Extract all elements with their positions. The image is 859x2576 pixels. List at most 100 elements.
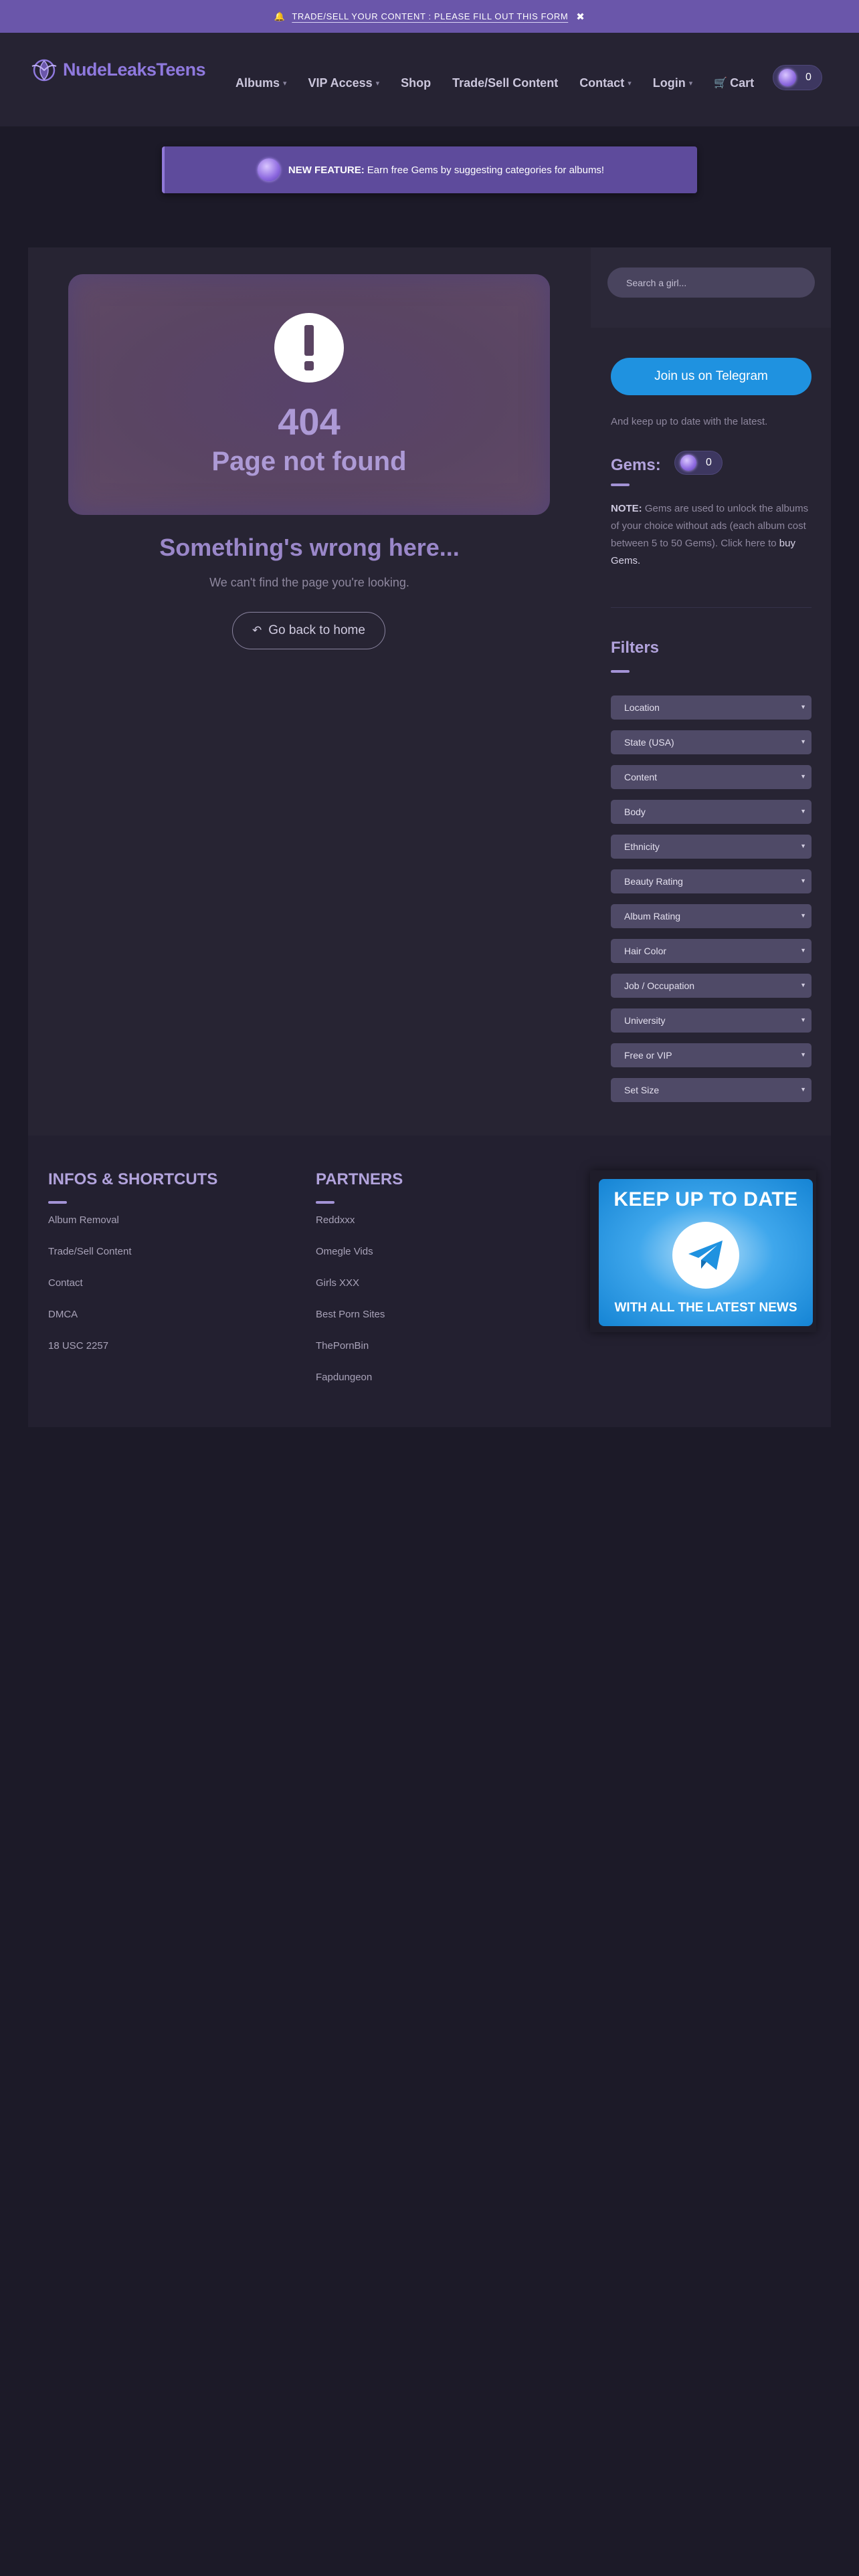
filter-label: Content xyxy=(624,772,658,782)
footer-partners-title: PARTNERS xyxy=(316,1170,403,1188)
dropdown-arrow-icon: ▼ xyxy=(800,1016,806,1023)
nav-vip-access[interactable]: VIP Access ▾ xyxy=(308,76,380,90)
main-nav: Albums ▾ VIP Access ▾ Shop Trade/Sell Co… xyxy=(235,74,775,92)
nav-label: Cart xyxy=(730,76,755,90)
chevron-down-icon: ▾ xyxy=(628,79,632,88)
logo-icon xyxy=(31,59,57,82)
footer-link-2257[interactable]: 18 USC 2257 xyxy=(48,1340,108,1352)
sidebar-gem-balance[interactable]: 0 xyxy=(674,451,723,475)
filter-album-rating[interactable]: Album Rating ▼ xyxy=(611,904,812,928)
nav-label: Shop xyxy=(401,76,432,90)
footer-partner-link[interactable]: Reddxxx xyxy=(316,1214,355,1226)
filter-label: Set Size xyxy=(624,1085,660,1095)
telegram-icon xyxy=(672,1222,739,1289)
footer-infos-underline xyxy=(48,1201,67,1204)
nav-albums[interactable]: Albums ▾ xyxy=(235,76,287,90)
site-footer: INFOS & SHORTCUTS Album Removal Trade/Se… xyxy=(28,1136,831,1427)
telegram-ad-image: KEEP UP TO DATE WITH ALL THE LATEST NEWS xyxy=(599,1179,813,1326)
footer-link-contact[interactable]: Contact xyxy=(48,1277,83,1289)
bell-icon: 🔔 xyxy=(274,11,286,21)
gems-underline xyxy=(611,484,630,486)
filter-location[interactable]: Location ▼ xyxy=(611,695,812,720)
main-content: 404 Page not found Something's wrong her… xyxy=(28,247,591,1136)
filter-label: University xyxy=(624,1015,666,1026)
filters-title: Filters xyxy=(611,639,660,657)
dropdown-arrow-icon: ▼ xyxy=(800,1086,806,1093)
gem-count: 0 xyxy=(805,72,812,83)
error-card: 404 Page not found xyxy=(68,274,550,515)
filter-body[interactable]: Body ▼ xyxy=(611,800,812,824)
filter-hair-color[interactable]: Hair Color ▼ xyxy=(611,939,812,963)
dropdown-arrow-icon: ▼ xyxy=(800,773,806,780)
nav-shop[interactable]: Shop xyxy=(401,76,431,90)
trade-form-link[interactable]: TRADE/SELL YOUR CONTENT : PLEASE FILL OU… xyxy=(292,11,568,21)
announcement-bar: 🔔 TRADE/SELL YOUR CONTENT : PLEASE FILL … xyxy=(0,0,859,33)
error-code: 404 xyxy=(278,401,341,443)
filter-job[interactable]: Job / Occupation ▼ xyxy=(611,974,812,998)
footer-partner-link[interactable]: ThePornBin xyxy=(316,1340,369,1352)
filter-label: Album Rating xyxy=(624,911,681,922)
telegram-ad-banner[interactable]: KEEP UP TO DATE WITH ALL THE LATEST NEWS xyxy=(590,1170,816,1332)
reply-arrow-icon: ↶ xyxy=(252,624,262,637)
header-gem-balance[interactable]: 0 xyxy=(773,65,822,90)
dropdown-arrow-icon: ▼ xyxy=(800,738,806,745)
dropdown-arrow-icon: ▼ xyxy=(800,982,806,988)
footer-link-trade-sell[interactable]: Trade/Sell Content xyxy=(48,1246,132,1257)
ad-subline: WITH ALL THE LATEST NEWS xyxy=(614,1301,797,1315)
filter-label: Ethnicity xyxy=(624,841,660,852)
filter-label: Free or VIP xyxy=(624,1050,672,1061)
site-logo[interactable]: NudeLeaksTeens xyxy=(29,57,206,82)
filter-free-or-vip[interactable]: Free or VIP ▼ xyxy=(611,1043,812,1067)
filter-label: Location xyxy=(624,702,660,713)
site-header: NudeLeaksTeens Albums ▾ VIP Access ▾ Sho… xyxy=(0,33,859,126)
footer-partner-link[interactable]: Omegle Vids xyxy=(316,1246,373,1257)
nav-label: Trade/Sell Content xyxy=(452,76,559,90)
search-input[interactable]: Search a girl... xyxy=(607,267,815,298)
ad-headline: KEEP UP TO DATE xyxy=(613,1188,798,1210)
footer-partner-link[interactable]: Best Porn Sites xyxy=(316,1309,385,1320)
gems-note: NOTE: Gems are used to unlock the albums… xyxy=(611,500,815,570)
cart-icon: 🛒 xyxy=(714,78,728,89)
dropdown-arrow-icon: ▼ xyxy=(800,912,806,919)
nav-label: Albums xyxy=(235,76,280,90)
close-icon[interactable]: ✖ xyxy=(576,11,585,23)
filter-ethnicity[interactable]: Ethnicity ▼ xyxy=(611,835,812,859)
nav-label: VIP Access xyxy=(308,76,373,90)
filters-underline xyxy=(611,670,630,673)
error-subtext: We can't find the page you're looking. xyxy=(209,576,409,589)
footer-partner-link[interactable]: Fapdungeon xyxy=(316,1372,372,1383)
feature-text: Earn free Gems by suggesting categories … xyxy=(367,164,605,176)
nav-contact[interactable]: Contact ▾ xyxy=(579,76,632,90)
dropdown-arrow-icon: ▼ xyxy=(800,843,806,849)
telegram-join-button[interactable]: Join us on Telegram xyxy=(611,358,812,395)
nav-login[interactable]: Login ▾ xyxy=(653,76,693,90)
nav-label: Login xyxy=(652,76,686,90)
footer-link-album-removal[interactable]: Album Removal xyxy=(48,1214,119,1226)
gems-label: Gems: xyxy=(611,456,661,474)
filter-university[interactable]: University ▼ xyxy=(611,1008,812,1033)
filter-label: Hair Color xyxy=(624,946,667,956)
divider xyxy=(611,607,812,608)
chevron-down-icon: ▾ xyxy=(375,79,380,88)
filter-state[interactable]: State (USA) ▼ xyxy=(611,730,812,754)
feature-label: NEW FEATURE: xyxy=(288,164,365,176)
dropdown-arrow-icon: ▼ xyxy=(800,877,806,884)
footer-infos-title: INFOS & SHORTCUTS xyxy=(48,1170,218,1188)
filter-set-size[interactable]: Set Size ▼ xyxy=(611,1078,812,1102)
chevron-down-icon: ▾ xyxy=(688,79,693,88)
back-home-button[interactable]: ↶ Go back to home xyxy=(232,612,385,649)
gem-icon xyxy=(680,455,696,471)
error-title: Page not found xyxy=(211,447,407,476)
nav-trade-sell[interactable]: Trade/Sell Content xyxy=(452,76,558,90)
filter-content[interactable]: Content ▼ xyxy=(611,765,812,789)
gem-count: 0 xyxy=(706,457,712,468)
new-feature-banner[interactable]: NEW FEATURE: Earn free Gems by suggestin… xyxy=(162,146,697,193)
back-home-label: Go back to home xyxy=(268,623,365,637)
filter-beauty-rating[interactable]: Beauty Rating ▼ xyxy=(611,869,812,893)
filter-label: State (USA) xyxy=(624,737,674,748)
footer-partner-link[interactable]: Girls XXX xyxy=(316,1277,359,1289)
chevron-down-icon: ▾ xyxy=(283,79,287,88)
sidebar: Join us on Telegram And keep up to date … xyxy=(591,328,831,1136)
nav-cart[interactable]: 🛒 Cart xyxy=(714,76,754,90)
footer-link-dmca[interactable]: DMCA xyxy=(48,1309,78,1320)
